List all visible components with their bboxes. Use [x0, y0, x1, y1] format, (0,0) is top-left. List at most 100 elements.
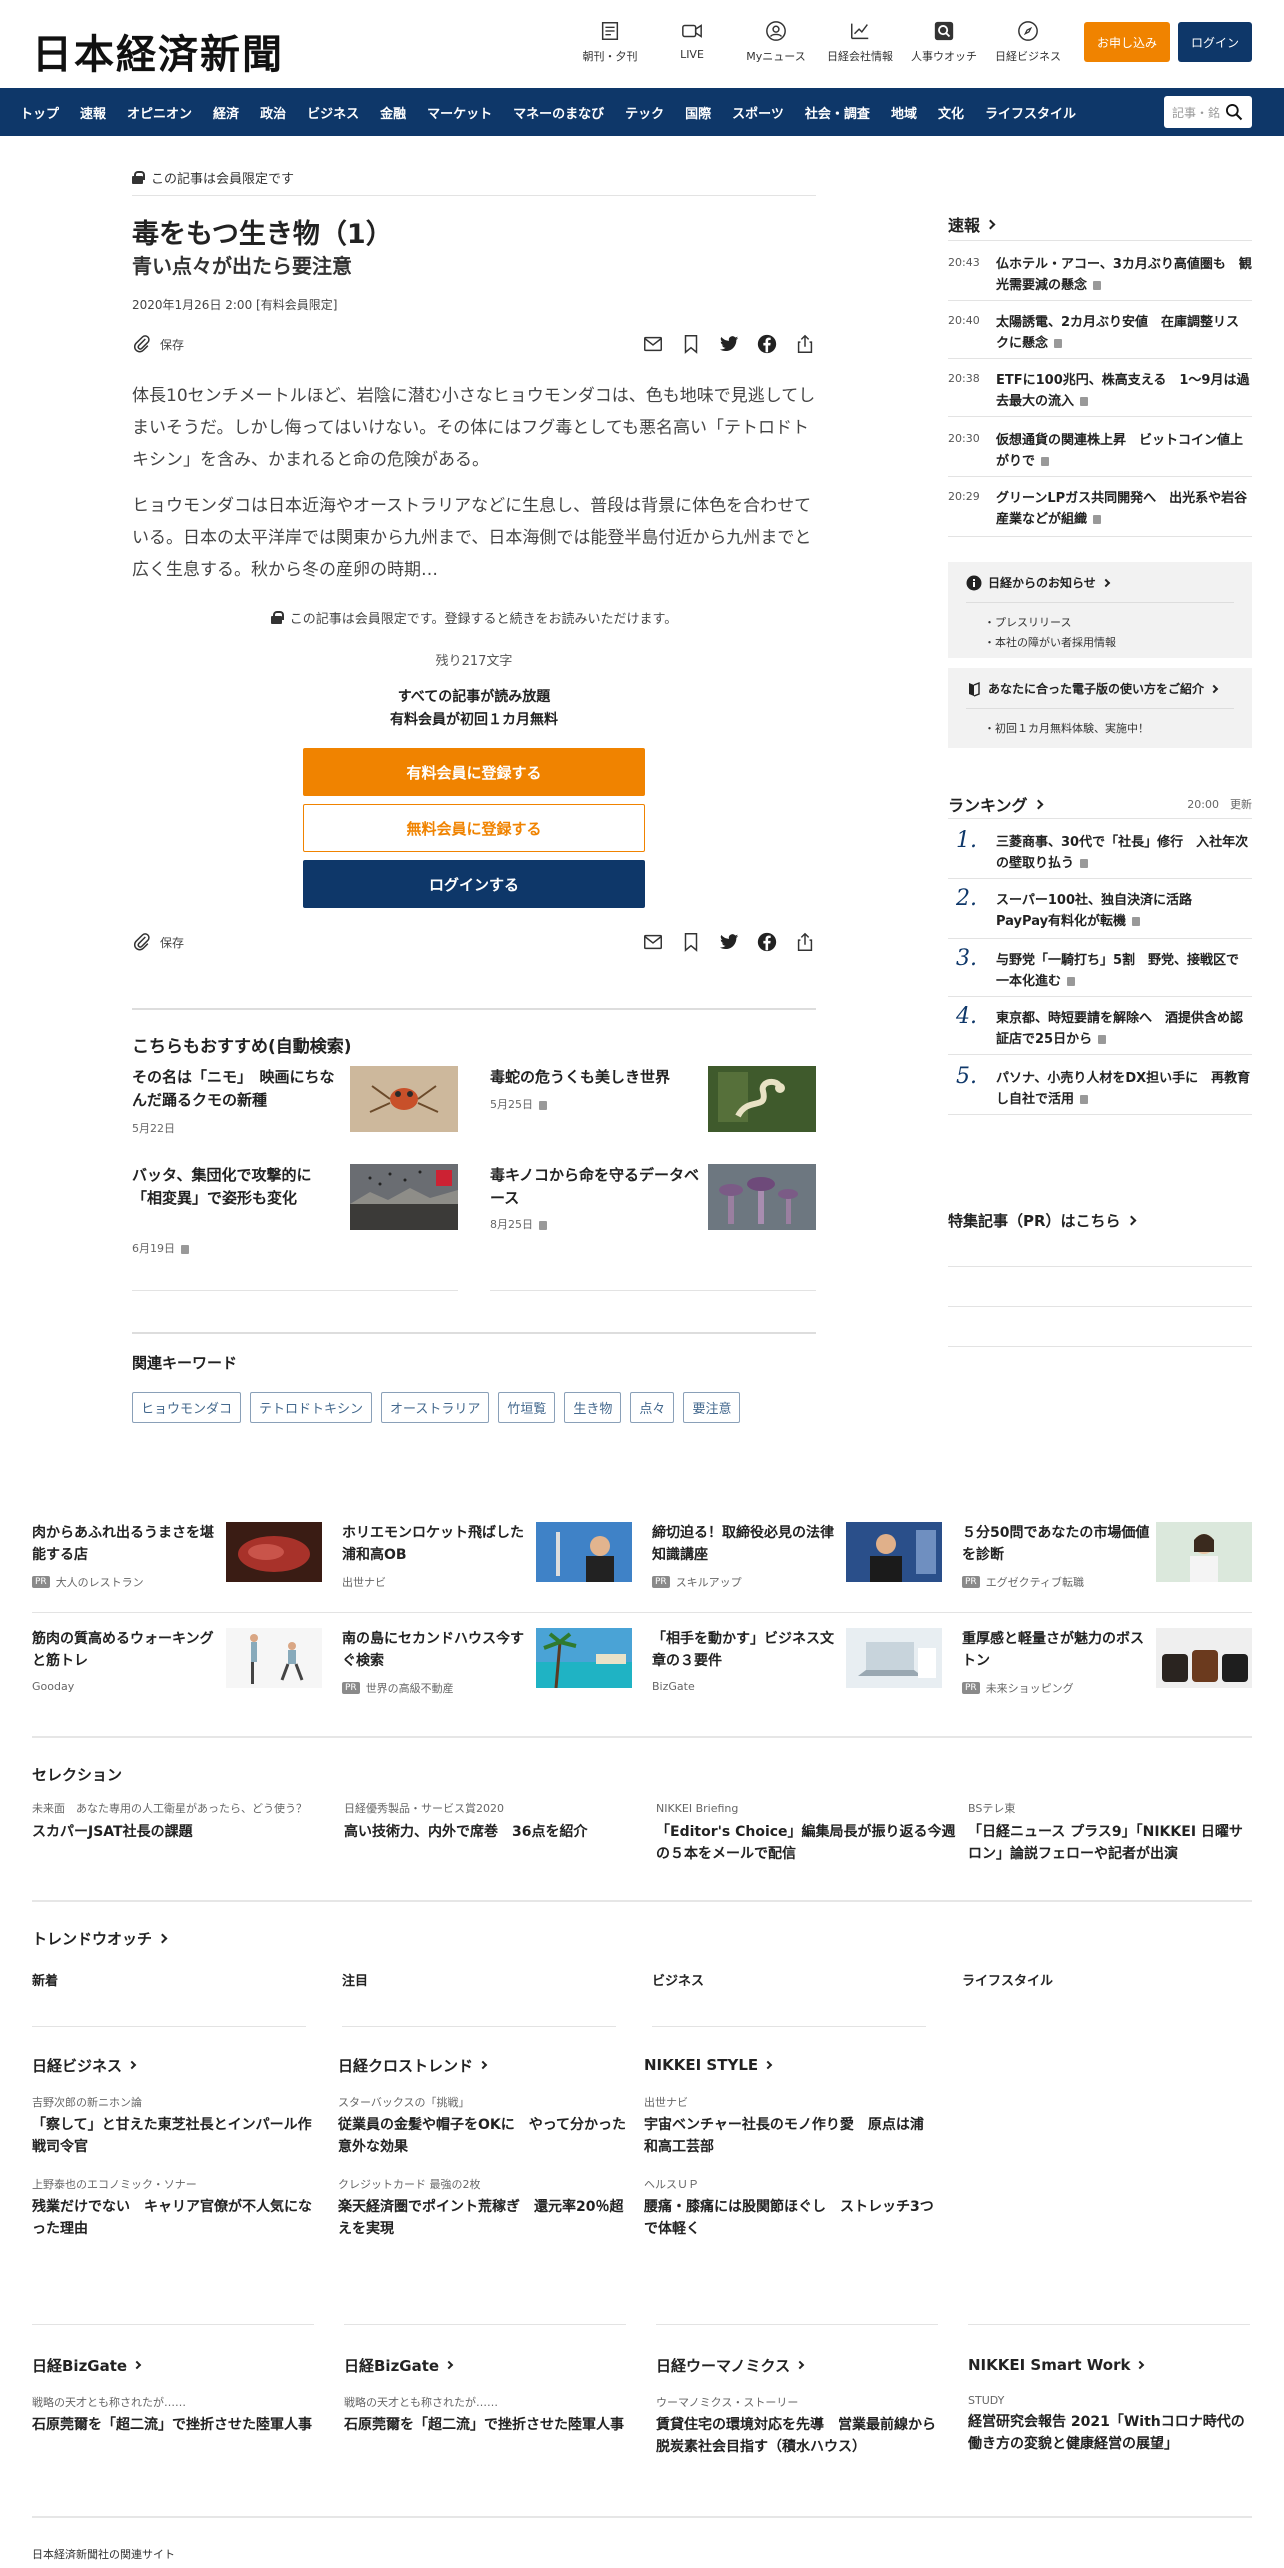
- share-icon[interactable]: [794, 333, 816, 355]
- subscribe-button[interactable]: お申し込み: [1084, 22, 1170, 62]
- memo-icon[interactable]: [680, 333, 702, 355]
- search-input[interactable]: 記事・銘: [1164, 96, 1252, 128]
- selection-item[interactable]: 日経優秀製品・サービス賞2020 高い技術力、内外で席巻 36点を紹介: [344, 1800, 644, 1843]
- twitter-icon[interactable]: [718, 931, 740, 953]
- selection-item[interactable]: BSテレ東 「日経ニュース プラス9」「NIKKEI 日曜サロン」論説フェローや記…: [968, 1800, 1252, 1865]
- memo-icon[interactable]: [680, 931, 702, 953]
- guide-item[interactable]: ・初回１カ月無料体験、実施中！: [984, 720, 1149, 736]
- media-title[interactable]: 日経BizGate: [344, 2354, 634, 2376]
- keyword-tag[interactable]: テトロドトキシン: [250, 1392, 373, 1423]
- ad-item[interactable]: 重厚感と軽量さが魅力のボストン PR 未来ショッピング: [962, 1628, 1252, 1708]
- guide-title[interactable]: あなたに合った電子版の使い方をご紹介: [966, 680, 1219, 697]
- media-title[interactable]: 日経BizGate: [32, 2354, 322, 2376]
- media-title[interactable]: NIKKEI Smart Work: [968, 2354, 1252, 2376]
- trend-col-business[interactable]: ビジネス: [652, 1970, 704, 1989]
- divider: [342, 2026, 616, 2027]
- nav-item[interactable]: 経済: [213, 103, 239, 122]
- site-logo[interactable]: 日本経済新聞: [32, 22, 284, 80]
- notice-item[interactable]: ・プレスリリース: [984, 614, 1071, 630]
- save-button[interactable]: 保存: [132, 932, 184, 952]
- nav-item[interactable]: 文化: [938, 103, 964, 122]
- nav-item[interactable]: ライフスタイル: [985, 103, 1076, 122]
- facebook-icon[interactable]: [756, 333, 778, 355]
- notice-item[interactable]: ・本社の障がい者採用情報: [984, 634, 1116, 650]
- media-headline[interactable]: 賃貸住宅の環境対応を先導 営業最前線から脱炭素社会目指す（積水ハウス）: [656, 2414, 946, 2458]
- header-link-personnel[interactable]: 人事ウオッチ: [902, 20, 986, 64]
- keyword-tag[interactable]: ヒョウモンダコ: [132, 1392, 242, 1423]
- media-headline[interactable]: 残業だけでない キャリア官僚が不人気になった理由: [32, 2196, 322, 2240]
- login-button[interactable]: ログイン: [1178, 22, 1252, 62]
- divider: [32, 2516, 1252, 2518]
- nav-item[interactable]: 国際: [685, 103, 711, 122]
- twitter-icon[interactable]: [718, 333, 740, 355]
- nav-item[interactable]: 社会・調査: [805, 103, 870, 122]
- media-title[interactable]: 日経ウーマノミクス: [656, 2354, 946, 2376]
- recommend-item[interactable]: バッタ、集団化で攻撃的に 「相変異」で姿形も変化 6月19日: [132, 1164, 458, 1264]
- nav-item[interactable]: マネーのまなび: [513, 103, 604, 122]
- selection-item[interactable]: NIKKEI Briefing 「Editor's Choice」編集局長が振り返…: [656, 1800, 956, 1865]
- ad-item[interactable]: 「相手を動かす」ビジネス文章の３要件 BizGate: [652, 1628, 942, 1708]
- header-link-business[interactable]: 日経ビジネス: [986, 20, 1070, 64]
- keyword-tag[interactable]: 点々: [630, 1392, 675, 1423]
- facebook-icon[interactable]: [756, 931, 778, 953]
- ad-item[interactable]: 筋肉の質高めるウォーキングと筋トレ Gooday: [32, 1628, 322, 1708]
- divider: [948, 300, 1252, 301]
- nav-item[interactable]: トップ: [20, 103, 59, 122]
- mail-icon[interactable]: [642, 333, 664, 355]
- notice-title[interactable]: 日経からのお知らせ: [966, 574, 1111, 591]
- media-headline[interactable]: 従業員の金髪や帽子をOKに やって分かった意外な効果: [338, 2114, 628, 2158]
- nav-item[interactable]: 地域: [891, 103, 917, 122]
- nav-item[interactable]: テック: [625, 103, 664, 122]
- trend-col-new[interactable]: 新着: [32, 1970, 58, 1989]
- header-link-company[interactable]: 日経会社情報: [818, 20, 902, 64]
- ad-item[interactable]: ホリエモンロケット飛ばした浦和高OB 出世ナビ: [342, 1522, 632, 1602]
- media-headline[interactable]: 「察して」と甘えた東芝社長とインパール作戦司令官: [32, 2114, 322, 2158]
- selection-item[interactable]: 未来面 あなた専用の人工衛星があったら、どう使う？ スカパーJSAT社長の課題: [32, 1800, 332, 1843]
- ad-item[interactable]: 南の島にセカンドハウス今すぐ検索 PR 世界の高級不動産: [342, 1628, 632, 1708]
- header-link-mynews[interactable]: Myニュース: [734, 20, 818, 64]
- trend-col-featured[interactable]: 注目: [342, 1970, 368, 1989]
- nav-item[interactable]: 金融: [380, 103, 406, 122]
- paywall-login-button[interactable]: ログインする: [303, 860, 645, 908]
- share-icon[interactable]: [794, 931, 816, 953]
- keyword-tag[interactable]: 竹垣覧: [498, 1392, 556, 1423]
- media-title[interactable]: 日経クロストレンド: [338, 2054, 628, 2076]
- ad-item[interactable]: 肉からあふれ出るうまさを堪能する店 PR 大人のレストラン: [32, 1522, 322, 1602]
- ranking-title[interactable]: ランキング: [948, 792, 1043, 816]
- nav-item[interactable]: スポーツ: [732, 103, 784, 122]
- save-button[interactable]: 保存: [132, 334, 184, 354]
- nav-item[interactable]: オピニオン: [127, 103, 192, 122]
- ad-item[interactable]: 締切迫る！取締役必見の法律知識講座 PR スキルアップ: [652, 1522, 942, 1602]
- keyword-tag[interactable]: 生き物: [564, 1392, 622, 1423]
- register-free-button[interactable]: 無料会員に登録する: [303, 804, 645, 852]
- media-title[interactable]: NIKKEI STYLE: [644, 2054, 934, 2076]
- keyword-tag[interactable]: オーストラリア: [381, 1392, 490, 1423]
- recommend-item[interactable]: 毒蛇の危うくも美しき世界 5月25日: [490, 1066, 816, 1166]
- media-headline[interactable]: 楽天経済圏でポイント荒稼ぎ 還元率20％超えを実現: [338, 2196, 628, 2240]
- rank-number: 1.: [956, 828, 977, 853]
- media-headline[interactable]: 経営研究会報告 2021「Withコロナ時代の働き方の変貌と健康経営の展望」: [968, 2411, 1252, 2455]
- main-nav: トップ 速報 オピニオン 経済 政治 ビジネス 金融 マーケット マネーのまなび…: [0, 88, 1284, 136]
- nav-item[interactable]: 政治: [260, 103, 286, 122]
- recommend-item[interactable]: その名は「ニモ」 映画にちなんだ踊るクモの新種 5月22日: [132, 1066, 458, 1166]
- recommend-item[interactable]: 毒キノコから命を守るデータベース 8月25日: [490, 1164, 816, 1264]
- media-headline[interactable]: 石原莞爾を「超二流」で挫折させた陸軍人事: [32, 2414, 322, 2436]
- breaking-news-title[interactable]: 速報: [948, 212, 996, 236]
- ad-item[interactable]: ５分50問であなたの市場価値を診断 PR エグゼクティブ転職: [962, 1522, 1252, 1602]
- trend-col-lifestyle[interactable]: ライフスタイル: [962, 1970, 1053, 1989]
- trend-watch-title[interactable]: トレンドウオッチ: [32, 1928, 168, 1949]
- media-title[interactable]: 日経ビジネス: [32, 2054, 322, 2076]
- nav-item[interactable]: 速報: [80, 103, 106, 122]
- header-link-live[interactable]: LIVE: [650, 20, 734, 64]
- media-headline[interactable]: 石原莞爾を「超二流」で挫折させた陸軍人事: [344, 2414, 634, 2436]
- search-icon[interactable]: [1224, 102, 1244, 122]
- header-link-paper[interactable]: 朝刊・夕刊: [570, 20, 650, 64]
- register-paid-button[interactable]: 有料会員に登録する: [303, 748, 645, 796]
- media-headline[interactable]: 腰痛・膝痛には股関節ほぐし ストレッチ3つで体軽く: [644, 2196, 934, 2240]
- nav-item[interactable]: マーケット: [427, 103, 492, 122]
- mail-icon[interactable]: [642, 931, 664, 953]
- keyword-tag[interactable]: 要注意: [683, 1392, 741, 1423]
- pr-feature-title[interactable]: 特集記事（PR）はこちら: [948, 1210, 1136, 1231]
- nav-item[interactable]: ビジネス: [307, 103, 359, 122]
- media-headline[interactable]: 宇宙ベンチャー社長のモノ作り愛 原点は浦和高工芸部: [644, 2114, 934, 2158]
